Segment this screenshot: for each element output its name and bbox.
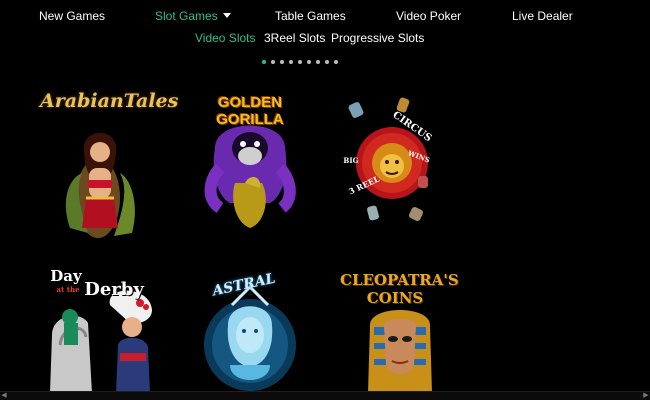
game-title-line3: Derby bbox=[84, 279, 144, 300]
main-nav: New Games Slot Games Table Games Video P… bbox=[0, 7, 650, 25]
game-tile-astral[interactable]: ASTRAL bbox=[190, 265, 310, 393]
scroll-left-icon[interactable]: ◀ bbox=[0, 392, 8, 400]
game-title: GOLDEN GORILLA bbox=[216, 94, 284, 128]
carousel-pagination bbox=[262, 60, 338, 68]
game-title-line2: at the bbox=[56, 285, 80, 294]
game-title-line1: Day bbox=[50, 267, 82, 285]
game-tile-golden-gorilla[interactable]: GOLDEN GORILLA bbox=[190, 88, 310, 238]
subnav-progressive-slots[interactable]: Progressive Slots bbox=[331, 29, 424, 47]
nav-slot-games-label: Slot Games bbox=[155, 9, 218, 23]
game-title: ArabianTales bbox=[40, 90, 179, 112]
carousel-dot[interactable] bbox=[307, 60, 311, 64]
chevron-down-icon bbox=[222, 13, 231, 18]
nav-new-games[interactable]: New Games bbox=[39, 7, 105, 25]
game-title-top: BIG bbox=[343, 156, 359, 165]
carousel-dot[interactable] bbox=[289, 60, 293, 64]
nav-live-dealer[interactable]: Live Dealer bbox=[512, 7, 573, 25]
subnav-video-slots[interactable]: Video Slots bbox=[195, 29, 256, 47]
game-tile-day-at-the-derby[interactable]: Day at the Derby bbox=[40, 265, 160, 393]
scroll-right-icon[interactable]: ▶ bbox=[642, 392, 650, 400]
carousel-dot[interactable] bbox=[325, 60, 329, 64]
carousel-dot[interactable] bbox=[316, 60, 320, 64]
nav-slot-games[interactable]: Slot Games bbox=[155, 7, 231, 25]
slot-subnav: Video Slots 3Reel Slots Progressive Slot… bbox=[0, 29, 650, 47]
nav-table-games[interactable]: Table Games bbox=[275, 7, 346, 25]
game-tile-arabian-tales[interactable]: ArabianTales bbox=[40, 88, 179, 238]
game-title-line1: CLEOPATRA'S bbox=[340, 271, 459, 289]
carousel-dot[interactable] bbox=[298, 60, 302, 64]
horizontal-scrollbar[interactable]: ◀ ▶ bbox=[0, 391, 650, 400]
carousel-dot[interactable] bbox=[262, 60, 266, 64]
carousel-dot[interactable] bbox=[280, 60, 284, 64]
carousel-dot[interactable] bbox=[334, 60, 338, 64]
subnav-3reel-slots[interactable]: 3Reel Slots bbox=[264, 29, 325, 47]
game-tile-cleopatras-coins[interactable]: CLEOPATRA'S COINS bbox=[340, 265, 460, 393]
carousel-dot[interactable] bbox=[271, 60, 275, 64]
game-tile-big-circus[interactable]: BIG CIRCUS 3 REEL WINS bbox=[340, 88, 460, 238]
nav-video-poker[interactable]: Video Poker bbox=[396, 7, 461, 25]
game-title-line2: COINS bbox=[366, 289, 424, 307]
